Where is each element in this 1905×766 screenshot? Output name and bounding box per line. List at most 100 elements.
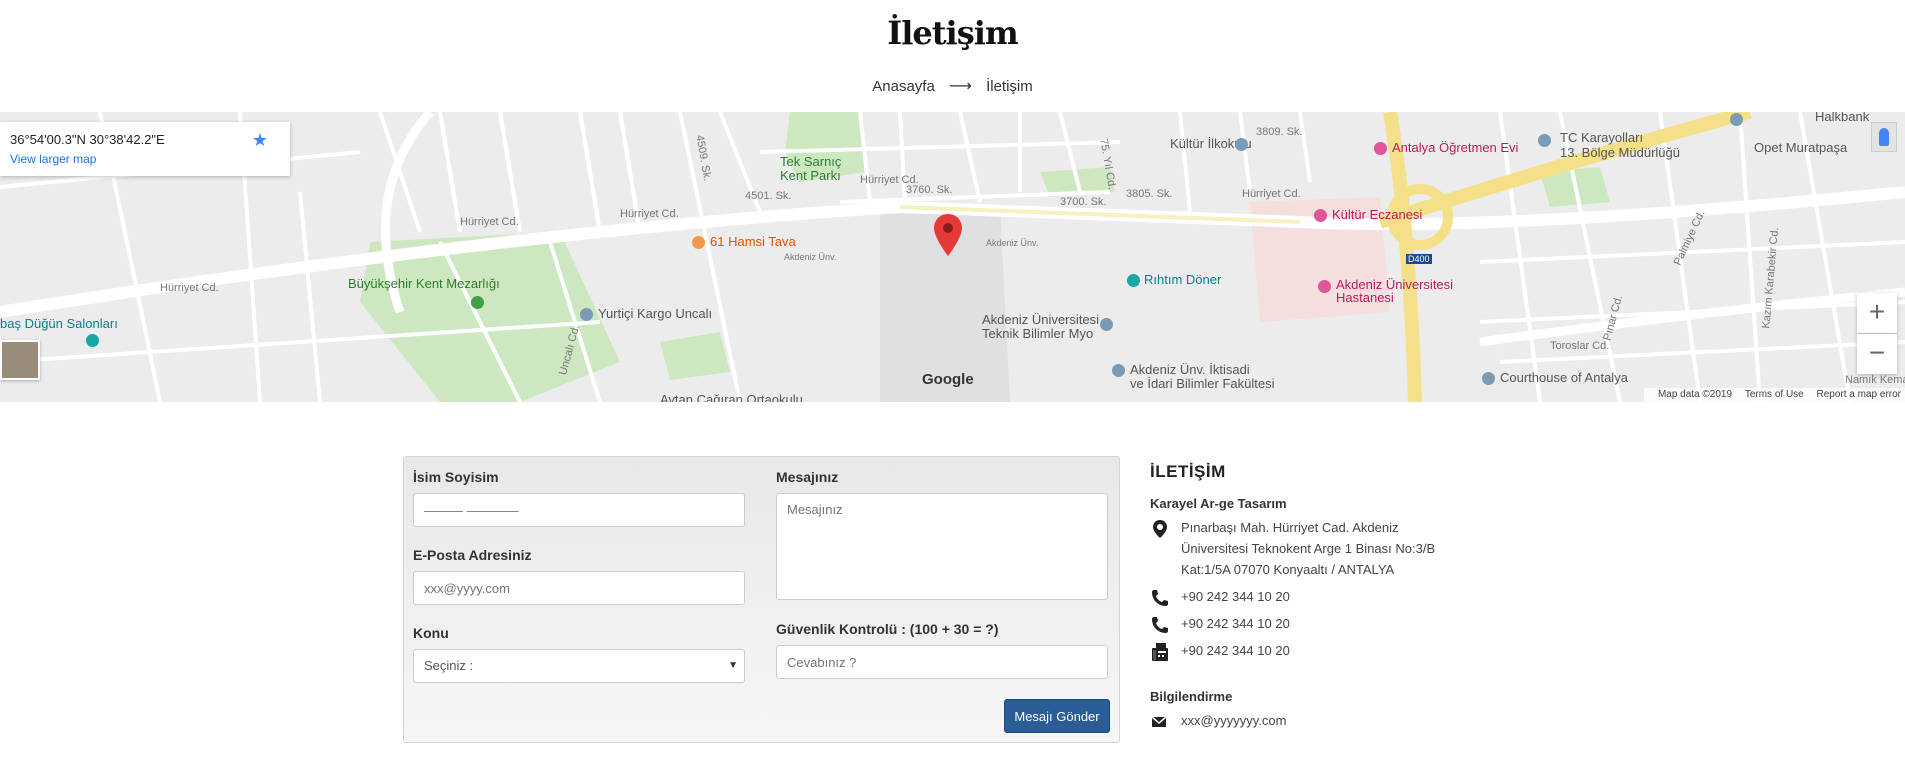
map-label: Teknik Bilimler Myo bbox=[982, 326, 1094, 341]
map-label: Hürriyet Cd. bbox=[460, 216, 519, 228]
email-label: E-Posta Adresiniz bbox=[413, 547, 532, 563]
map-label: Akdeniz Üniversitesi bbox=[982, 312, 1100, 327]
map-label: Akdeniz Ünv. İktisadi bbox=[1130, 362, 1250, 377]
contact-heading: İLETİŞİM bbox=[1150, 462, 1226, 481]
address-row: Pınarbaşı Mah. Hürriyet Cad. Akdeniz Üni… bbox=[1150, 517, 1460, 580]
map-label: Hürriyet Cd. bbox=[1242, 188, 1301, 200]
map-label: 3700. Sk. bbox=[1060, 196, 1107, 208]
shop-icon bbox=[580, 308, 593, 321]
contact-info: İLETİŞİM Karayel Ar-ge Tasarım Pınarbaşı… bbox=[1150, 462, 1510, 737]
map-label: Hastanesi bbox=[1336, 290, 1394, 305]
map-label: Namık Kema bbox=[1845, 374, 1905, 386]
email-input[interactable] bbox=[413, 571, 745, 605]
captcha-input[interactable] bbox=[776, 645, 1108, 679]
breadcrumb-current: İletişim bbox=[986, 78, 1033, 95]
map-label: Toroslar Cd. bbox=[1550, 340, 1610, 352]
phone-row: +90 242 344 10 20 bbox=[1150, 613, 1510, 634]
breadcrumb-arrow-icon: ⟶ bbox=[948, 78, 972, 95]
courthouse-icon bbox=[1482, 372, 1495, 385]
map-footer: Map data ©2019 Terms of Use Report a map… bbox=[1643, 388, 1905, 402]
map-data-attribution: Map data ©2019 bbox=[1657, 389, 1733, 400]
venue-icon bbox=[86, 334, 99, 347]
map-label: Yurtiçi Kargo Uncalı bbox=[598, 306, 713, 321]
chevron-down-icon: ▼ bbox=[728, 660, 738, 671]
map-label: Hürriyet Cd. bbox=[620, 208, 679, 220]
map-embed[interactable]: Kültür İlkokulu Antalya Öğretmen Evi TC … bbox=[0, 112, 1905, 402]
subject-select[interactable]: Seçiniz : ▼ bbox=[413, 649, 745, 683]
map-label: Hürriyet Cd. bbox=[160, 282, 219, 294]
email-address[interactable]: xxx@yyyyyyy.com bbox=[1181, 713, 1286, 728]
name-input[interactable] bbox=[413, 493, 745, 527]
fax-icon bbox=[1152, 643, 1168, 661]
contact-form: İsim Soyisim E-Posta Adresiniz Konu Seçi… bbox=[403, 456, 1120, 743]
location-pin-icon[interactable] bbox=[934, 214, 962, 256]
map-label: 61 Hamsi Tava bbox=[710, 234, 796, 249]
map-label: Kültür Eczanesi bbox=[1332, 207, 1423, 222]
hospital-icon bbox=[1318, 280, 1331, 293]
name-group: İsim Soyisim bbox=[413, 469, 745, 527]
phone-row: +90 242 344 10 20 bbox=[1150, 586, 1510, 607]
address-text: Pınarbaşı Mah. Hürriyet Cad. Akdeniz Üni… bbox=[1181, 520, 1436, 577]
map-label: Aytan Çağıran Ortaokulu bbox=[660, 392, 803, 402]
captcha-group: Güvenlik Kontrolü : (100 + 30 = ?) bbox=[776, 621, 1108, 679]
map-label: Halkbank bbox=[1815, 112, 1870, 124]
government-icon bbox=[1538, 134, 1551, 147]
name-label: İsim Soyisim bbox=[413, 469, 499, 485]
pegman-icon[interactable] bbox=[1871, 122, 1897, 152]
street-view-thumbnail[interactable] bbox=[0, 340, 40, 380]
school-icon bbox=[1112, 364, 1125, 377]
map-label: Antalya Öğretmen Evi bbox=[1392, 140, 1519, 155]
subject-selected: Seçiniz : bbox=[424, 658, 474, 673]
map-info-card: 36°54'00.3"N 30°38'42.2"E View larger ma… bbox=[0, 122, 290, 176]
google-logo: Google bbox=[922, 371, 974, 388]
info-heading: Bilgilendirme bbox=[1150, 689, 1233, 704]
email-row: xxx@yyyyyyy.com bbox=[1150, 710, 1510, 731]
map-label: 3805. Sk. bbox=[1126, 188, 1173, 200]
page-title: İletişim bbox=[887, 14, 1018, 52]
phone-icon bbox=[1152, 617, 1168, 633]
map-label: 3809. Sk. bbox=[1256, 126, 1303, 138]
subject-label: Konu bbox=[413, 625, 449, 641]
map-label: Tek Sarnıç bbox=[780, 154, 842, 169]
terms-link[interactable]: Terms of Use bbox=[1745, 389, 1804, 400]
fax-row: +90 242 344 10 20 bbox=[1150, 640, 1510, 661]
subject-group: Konu Seçiniz : ▼ bbox=[413, 625, 745, 683]
view-larger-map-link[interactable]: View larger map bbox=[10, 152, 96, 166]
map-label: Büyükşehir Kent Mezarlığı bbox=[348, 276, 500, 291]
phone-icon bbox=[1152, 590, 1168, 606]
map-label: TC Karayolları bbox=[1560, 130, 1644, 145]
breadcrumb: Anasayfa ⟶ İletişim bbox=[0, 76, 1905, 96]
star-icon[interactable]: ★ bbox=[252, 130, 268, 151]
message-group: Mesajınız bbox=[776, 469, 1108, 605]
map-label: 4501. Sk. bbox=[745, 190, 792, 202]
restaurant-icon bbox=[692, 236, 705, 249]
map-label: Opet Muratpaşa bbox=[1754, 140, 1848, 155]
school-icon bbox=[1100, 318, 1113, 331]
report-error-link[interactable]: Report a map error bbox=[1817, 389, 1901, 400]
map-label: 13. Bölge Müdürlüğü bbox=[1560, 145, 1680, 160]
cemetery-icon bbox=[471, 296, 484, 309]
map-label: ve İdari Bilimler Fakültesi bbox=[1130, 376, 1275, 391]
message-label: Mesajınız bbox=[776, 469, 839, 485]
highway-shield: D400 bbox=[1406, 254, 1432, 264]
company-name: Karayel Ar-ge Tasarım bbox=[1150, 496, 1287, 511]
send-message-button[interactable]: Mesajı Gönder bbox=[1004, 699, 1110, 733]
map-label: Akdeniz Ünv. bbox=[986, 238, 1039, 248]
school-icon bbox=[1235, 138, 1248, 151]
zoom-out-button[interactable]: − bbox=[1857, 334, 1897, 374]
hotel-icon bbox=[1374, 142, 1387, 155]
pharmacy-icon bbox=[1314, 209, 1327, 222]
phone-number[interactable]: +90 242 344 10 20 bbox=[1181, 616, 1290, 631]
map-label: Rıhtım Döner bbox=[1144, 272, 1222, 287]
map-label: Courthouse of Antalya bbox=[1500, 370, 1628, 385]
phone-number[interactable]: +90 242 344 10 20 bbox=[1181, 589, 1290, 604]
message-textarea[interactable] bbox=[776, 493, 1108, 600]
map-coordinates: 36°54'00.3"N 30°38'42.2"E bbox=[10, 132, 165, 147]
captcha-label: Güvenlik Kontrolü : (100 + 30 = ?) bbox=[776, 621, 999, 637]
zoom-in-button[interactable]: + bbox=[1857, 293, 1897, 333]
fax-number: +90 242 344 10 20 bbox=[1181, 643, 1290, 658]
breadcrumb-home-link[interactable]: Anasayfa bbox=[872, 78, 935, 95]
restaurant-icon bbox=[1127, 274, 1140, 287]
map-marker-icon bbox=[1153, 520, 1167, 538]
envelope-icon bbox=[1151, 716, 1167, 727]
